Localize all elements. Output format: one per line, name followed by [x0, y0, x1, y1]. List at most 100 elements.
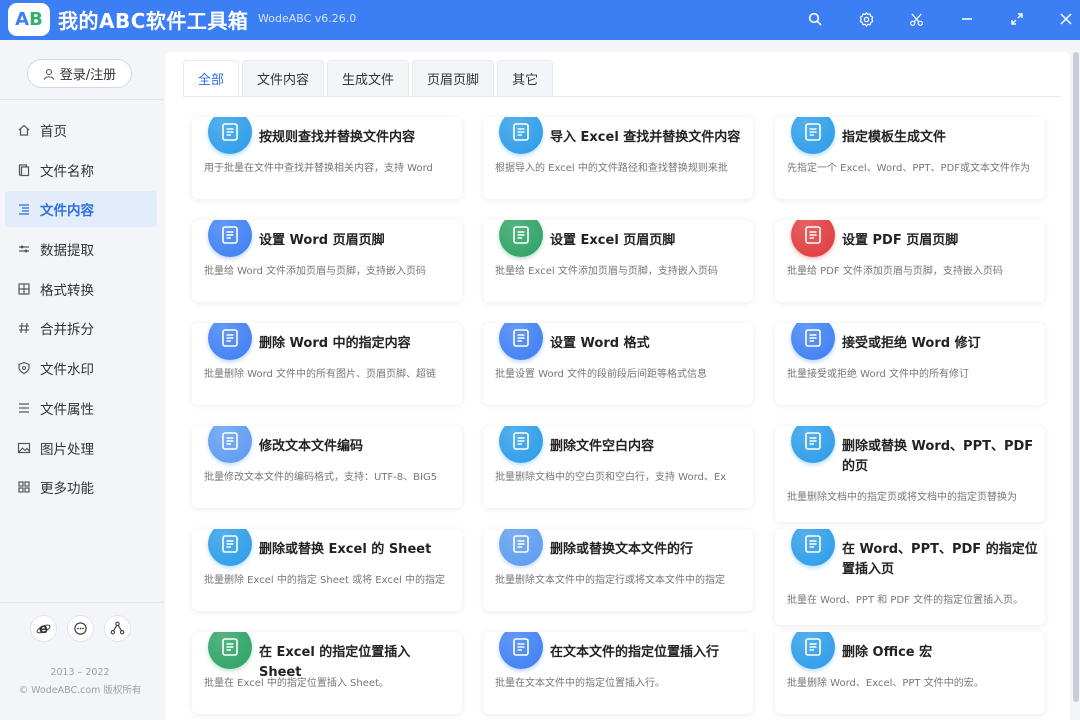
feature-card[interactable]: 设置 Excel 页眉页脚批量给 Excel 文件添加页眉与页脚，支持嵌入页码 [483, 220, 753, 302]
sidebar-divider [0, 99, 165, 100]
list-icon [17, 202, 31, 216]
card-title: 删除或替换 Excel 的 Sheet [259, 542, 432, 557]
card-description: 批量删除 Word 文件中的所有图片、页眉页脚、超链 [204, 369, 437, 380]
share-icon[interactable] [104, 615, 131, 642]
card-description: 根据导入的 Excel 中的文件路径和查找替换规则来批 [495, 163, 728, 174]
scrollbar-thumb[interactable] [1073, 52, 1079, 702]
svg-text:e: e [39, 622, 48, 636]
excel-replace-icon [499, 117, 543, 154]
tab-4[interactable]: 页眉页脚 [412, 60, 495, 96]
template-icon [791, 117, 835, 154]
browser-icon[interactable]: e [30, 615, 57, 642]
sidebar-item-label: 文件名称 [40, 163, 94, 180]
tab-5[interactable]: 其它 [497, 60, 554, 96]
category-tabs: 全部 文件内容 生成文件 页眉页脚 其它 [183, 60, 554, 96]
page-insert-icon [791, 529, 835, 566]
card-title: 设置 Word 页眉页脚 [259, 233, 385, 248]
tab-3[interactable]: 生成文件 [327, 60, 410, 96]
close-icon[interactable] [1053, 6, 1079, 32]
card-title: 指定模板生成文件 [842, 130, 947, 145]
grid-icon [17, 480, 31, 494]
sidebar-item-label: 文件水印 [40, 362, 94, 379]
maximize-icon[interactable] [1004, 6, 1030, 32]
sidebar-item-label: 数据提取 [40, 243, 94, 260]
chat-icon[interactable] [67, 615, 94, 642]
card-description: 批量给 Word 文件添加页眉与页脚，支持嵌入页码 [204, 266, 427, 277]
feature-card[interactable]: 指定模板生成文件先指定一个 Excel、Word、PPT、PDF或文本文件作为 [775, 117, 1045, 199]
login-button[interactable]: 登录/注册 [27, 59, 132, 88]
feature-card[interactable]: 删除 Word 中的指定内容 批量删除 Word 文件中的所有图片、页眉页脚、超链 [192, 323, 462, 405]
line-insert-icon [499, 632, 543, 669]
sidebar-item-8[interactable]: 文件属性 [5, 390, 157, 426]
sidebar-item-10[interactable]: 更多功能 [5, 469, 157, 505]
blank-delete-icon [499, 426, 543, 463]
feature-card[interactable]: 在 Word、PPT、PDF 的指定位置插入页 批量在 Word、PPT 和 PD… [775, 529, 1045, 625]
word-format-icon [499, 323, 543, 360]
feature-card[interactable]: 在 Excel 的指定位置插入 Sheet 批量在 Excel 中的指定位置插入 … [192, 632, 462, 714]
app-version: WodeABC v6.26.0 [258, 12, 357, 25]
feature-card[interactable]: 删除或替换 Word、PPT、PDF 的页 批量删除文档中的指定页或将文档中的指定… [775, 426, 1045, 522]
copyright-years: 2013 – 2022 [50, 667, 110, 678]
card-description: 批量接受或拒绝 Word 文件中的所有修订 [787, 369, 970, 380]
tab-1[interactable]: 全部 [183, 60, 240, 96]
card-description: 用于批量在文件中查找并替换相关内容，支持 Word [204, 163, 433, 174]
feature-card[interactable]: 接受或拒绝 Word 修订 批量接受或拒绝 Word 文件中的所有修订 [775, 323, 1045, 405]
card-description: 批量设置 Word 文件的段前段后间距等格式信息 [495, 369, 708, 380]
sidebar-item-label: 首页 [40, 124, 67, 140]
card-description: 批量删除文档中的指定页或将文档中的指定页替换为 [787, 492, 1017, 503]
extract-icon [17, 242, 31, 256]
line-replace-icon [499, 529, 543, 566]
sidebar-item-9[interactable]: 图片处理 [5, 430, 157, 466]
card-title: 在文本文件的指定位置插入行 [550, 645, 720, 660]
feature-card[interactable]: 删除 Office 宏批量删除 Word、Excel、PPT 文件中的宏。 [775, 632, 1045, 714]
sidebar-item-label: 合并拆分 [40, 322, 94, 339]
feature-card[interactable]: 设置 PDF 页眉页脚 批量给 PDF 文件添加页眉与页脚，支持嵌入页码 [775, 220, 1045, 302]
settings-icon[interactable] [853, 6, 879, 32]
sidebar-item-1[interactable]: 首页 [5, 112, 157, 148]
word-header-icon [208, 220, 252, 257]
sidebar: 登录/注册 首页文件名称文件内容数据提取格式转换合并拆分文件水印文件属性图片处理… [0, 40, 165, 720]
sidebar-item-label: 图片处理 [40, 441, 94, 458]
feature-card[interactable]: 删除或替换文本文件的行批量删除文本文件中的指定行或将文本文件中的指定 [483, 529, 753, 611]
feature-card[interactable]: 设置 Word 页眉页脚批量给 Word 文件添加页眉与页脚，支持嵌入页码 [192, 220, 462, 302]
title-bar: AB 我的ABC软件工具箱 WodeABC v6.26.0 [0, 0, 1080, 40]
main-panel: 全部 文件内容 生成文件 页眉页脚 其它 按规则查找并替换文件内容用于批量在文件中查找并… [165, 52, 1070, 720]
sidebar-item-6[interactable]: 合并拆分 [5, 310, 157, 346]
card-description: 批量给 Excel 文件添加页眉与页脚，支持嵌入页码 [495, 266, 718, 277]
sidebar-item-4[interactable]: 数据提取 [5, 231, 157, 267]
sidebar-item-2[interactable]: 文件名称 [5, 152, 157, 188]
feature-card[interactable]: 设置 Word 格式 批量设置 Word 文件的段前段后间距等格式信息 [483, 323, 753, 405]
excel-header-icon [499, 220, 543, 257]
edit-document-icon [208, 117, 252, 154]
sidebar-item-7[interactable]: 文件水印 [5, 350, 157, 386]
image-icon [17, 441, 31, 455]
scissors-icon[interactable] [903, 6, 929, 32]
card-title: 按规则查找并替换文件内容 [259, 130, 416, 145]
sidebar-item-3[interactable]: 文件内容 [5, 191, 157, 228]
card-title: 设置 Excel 页眉页脚 [550, 233, 676, 248]
minimize-icon[interactable] [954, 6, 980, 32]
card-description: 批量修改文本文件的编码格式，支持：UTF-8、BIG5 [204, 472, 438, 483]
feature-card[interactable]: 按规则查找并替换文件内容用于批量在文件中查找并替换相关内容，支持 Word [192, 117, 462, 199]
card-description: 批量在 Excel 中的指定位置插入 Sheet。 [204, 678, 389, 689]
card-description: 批量给 PDF 文件添加页眉与页脚，支持嵌入页码 [787, 266, 1003, 277]
card-title: 删除或替换文本文件的行 [550, 542, 694, 557]
feature-card[interactable]: 删除或替换 Excel 的 Sheet 批量删除 Excel 中的指定 Sheet… [192, 529, 462, 611]
vba-icon [791, 632, 835, 669]
tab-2[interactable]: 文件内容 [242, 60, 325, 96]
sheet-replace-icon [208, 529, 252, 566]
card-description: 批量删除文本文件中的指定行或将文本文件中的指定 [495, 575, 725, 586]
sidebar-footer-icons: e [30, 615, 131, 642]
copyright-text: © WodeABC.com 版权所有 [18, 685, 142, 696]
feature-card[interactable]: 在文本文件的指定位置插入行 批量在文本文件中的指定位置插入行。 [483, 632, 753, 714]
feature-card[interactable]: 删除文件空白内容 批量删除文档中的空白页和空白行，支持 Word、Ex [483, 426, 753, 508]
sidebar-item-5[interactable]: 格式转换 [5, 271, 157, 307]
feature-card[interactable]: 导入 Excel 查找并替换文件内容 根据导入的 Excel 中的文件路径和查找替… [483, 117, 753, 199]
search-icon[interactable] [802, 6, 828, 32]
convert-icon [17, 282, 31, 296]
feature-card[interactable]: 修改文本文件编码 批量修改文本文件的编码格式，支持：UTF-8、BIG5 [192, 426, 462, 508]
card-title: 在 Word、PPT、PDF 的指定位置插入页 [842, 542, 1038, 577]
sidebar-item-label: 文件属性 [40, 401, 94, 418]
card-description: 先指定一个 Excel、Word、PPT、PDF或文本文件作为 [787, 163, 1031, 174]
card-description: 批量删除 Excel 中的指定 Sheet 或将 Excel 中的指定 [204, 575, 445, 586]
